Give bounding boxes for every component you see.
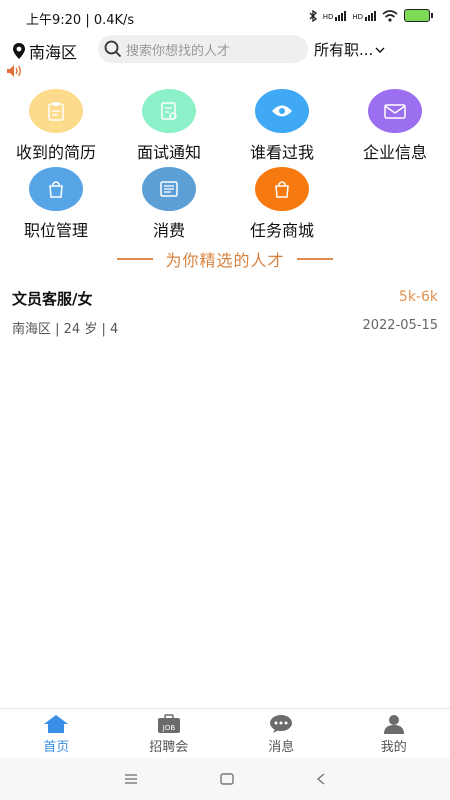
grid-item-company-info[interactable]: 企业信息: [339, 89, 450, 163]
back-icon[interactable]: [316, 773, 326, 785]
divider-left: [117, 258, 154, 260]
grid-label: 面试通知: [136, 143, 201, 162]
svg-text:JOB: JOB: [162, 724, 176, 732]
grid-label: 企业信息: [362, 143, 427, 162]
signal-icon-2: HD: [352, 10, 376, 21]
candidate-date: 2022-05-15: [362, 318, 438, 333]
search-icon: [104, 40, 122, 58]
system-nav-bar: [0, 758, 450, 800]
section-header: 为你精选的人才: [0, 247, 450, 271]
divider-right: [296, 258, 333, 260]
battery-icon: [404, 9, 433, 22]
tab-me[interactable]: 我的: [338, 709, 450, 759]
clipboard-icon: [29, 89, 83, 133]
job-fair-icon: JOB: [157, 714, 180, 733]
chevron-down-icon: [375, 47, 385, 53]
job-filter-dropdown[interactable]: 所有职...: [314, 39, 385, 60]
tab-label: 消息: [268, 740, 295, 755]
tab-label: 我的: [380, 740, 407, 755]
home-square-icon[interactable]: [220, 773, 234, 785]
message-icon: [270, 715, 293, 733]
candidate-salary: 5k-6k: [398, 289, 438, 305]
envelope-icon: [368, 89, 422, 133]
tab-messages[interactable]: 消息: [225, 709, 338, 759]
announcement-speaker[interactable]: [6, 63, 24, 82]
grid-label: 职位管理: [23, 221, 88, 240]
search-input[interactable]: 搜索你想找的人才: [98, 35, 308, 63]
grid-item-interviews[interactable]: 面试通知: [113, 89, 225, 163]
grid-item-consumption[interactable]: 消费: [113, 167, 225, 241]
grid-item-job-management[interactable]: 职位管理: [0, 167, 112, 241]
speaker-icon: [7, 65, 21, 77]
location-selector[interactable]: 南海区: [12, 39, 77, 63]
tab-label: 首页: [43, 740, 70, 755]
grid-label: 任务商城: [249, 221, 314, 240]
receipt-icon: [142, 167, 196, 211]
document-icon: [142, 89, 196, 133]
eye-icon: [255, 89, 309, 133]
tab-label: 招聘会: [149, 740, 189, 755]
candidate-title: 文员客服/女: [12, 290, 93, 308]
grid-item-task-mall[interactable]: 任务商城: [226, 167, 338, 241]
location-label: 南海区: [29, 43, 78, 62]
tab-home[interactable]: 首页: [0, 709, 113, 759]
status-bar: 上午9:20 | 0.4K/s HD HD: [0, 0, 450, 34]
job-filter-label: 所有职...: [314, 41, 374, 59]
location-pin-icon: [13, 43, 25, 59]
search-placeholder: 搜索你想找的人才: [126, 43, 231, 59]
menu-icon[interactable]: [124, 774, 138, 784]
status-time: 上午9:20 | 0.4K/s: [26, 13, 135, 28]
bottom-tab-bar: 首页 JOB 招聘会 消息 我的: [0, 708, 450, 759]
grid-label: 收到的简历: [15, 143, 96, 162]
grid-label: 谁看过我: [249, 143, 314, 162]
user-icon: [383, 715, 404, 734]
grid-label: 消费: [152, 221, 185, 240]
wifi-icon: [382, 9, 398, 22]
header: 南海区 搜索你想找的人才 所有职...: [0, 34, 450, 66]
home-icon: [44, 715, 69, 733]
tab-job-fair[interactable]: JOB 招聘会: [113, 709, 226, 759]
bag-icon: [255, 167, 309, 211]
grid-item-viewers[interactable]: 谁看过我: [226, 89, 338, 163]
bluetooth-icon: [309, 9, 317, 22]
section-title: 为你精选的人才: [165, 251, 285, 270]
bag-icon: [29, 167, 83, 211]
grid-item-resumes[interactable]: 收到的简历: [0, 89, 112, 163]
signal-icon: HD: [323, 10, 347, 21]
candidate-meta: 南海区 | 24 岁 | 4: [12, 322, 119, 337]
status-icons: HD HD: [309, 9, 433, 22]
